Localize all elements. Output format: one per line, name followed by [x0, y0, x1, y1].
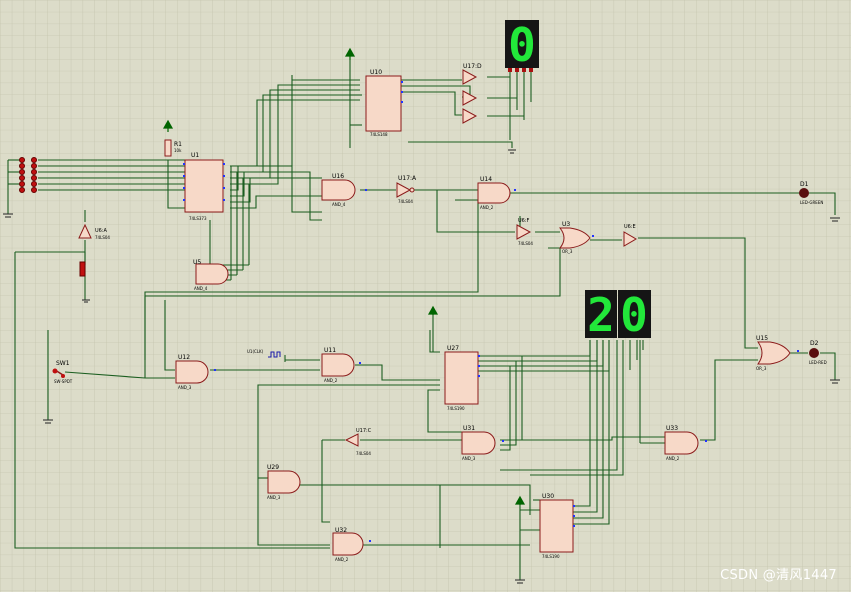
- svg-text:U12: U12: [178, 354, 190, 361]
- chip-u27[interactable]: U27 74LS190: [444, 345, 479, 411]
- svg-text:AND_4: AND_4: [332, 202, 346, 207]
- svg-text:U16: U16: [332, 173, 344, 180]
- display-bottom-tens-digit: 2: [587, 288, 615, 342]
- svg-text:OR_3: OR_3: [756, 366, 767, 371]
- svg-text:10k: 10k: [174, 148, 182, 153]
- schematic-canvas: 0 2 0 U1 74LS373 U10 74LS148 U27 74LS190…: [0, 0, 851, 592]
- svg-text:74LS04: 74LS04: [398, 199, 413, 204]
- svg-text:AND_3: AND_3: [462, 456, 476, 461]
- svg-text:74LS373: 74LS373: [189, 216, 207, 221]
- svg-text:U27: U27: [447, 345, 459, 352]
- inverter-u6a[interactable]: U6:A 74LS04: [78, 223, 110, 240]
- chip-u10[interactable]: U10 74LS148: [365, 69, 402, 137]
- svg-text:U6:E: U6:E: [624, 224, 636, 230]
- svg-text:U1: U1: [191, 152, 199, 159]
- svg-text:74LS190: 74LS190: [542, 554, 560, 559]
- pushbutton[interactable]: [79, 261, 86, 277]
- svg-text:AND_3: AND_3: [267, 495, 281, 500]
- svg-text:U10: U10: [370, 69, 382, 76]
- svg-text:U6:F: U6:F: [518, 218, 530, 224]
- svg-text:U31: U31: [463, 425, 475, 432]
- svg-text:AND_2: AND_2: [335, 557, 349, 562]
- svg-text:U33: U33: [666, 425, 678, 432]
- svg-text:74LS04: 74LS04: [95, 235, 110, 240]
- svg-text:74LS04: 74LS04: [518, 241, 533, 246]
- svg-text:AND_3: AND_3: [178, 385, 192, 390]
- chip-u30[interactable]: U30 74LS190: [539, 493, 574, 559]
- svg-text:U5: U5: [193, 259, 201, 266]
- display-bottom-units-digit: 0: [620, 288, 648, 342]
- svg-text:LED-GREEN: LED-GREEN: [800, 200, 823, 205]
- svg-text:U6:A: U6:A: [95, 228, 108, 234]
- svg-text:U15: U15: [756, 335, 768, 342]
- display-top-digit: 0: [508, 18, 536, 72]
- svg-text:AND_4: AND_4: [194, 286, 208, 291]
- svg-text:U17:C: U17:C: [356, 428, 372, 434]
- svg-text:AND_2: AND_2: [480, 205, 494, 210]
- svg-text:LED-RED: LED-RED: [809, 360, 827, 365]
- svg-text:D2: D2: [810, 340, 819, 347]
- watermark: CSDN @清风1447: [720, 568, 837, 583]
- svg-text:U11: U11: [324, 347, 336, 354]
- svg-text:U3: U3: [562, 221, 570, 228]
- display-top: 0: [505, 18, 539, 72]
- svg-text:U30: U30: [542, 493, 554, 500]
- svg-text:AND_2: AND_2: [324, 378, 338, 383]
- svg-text:U14: U14: [480, 176, 492, 183]
- svg-text:74LS148: 74LS148: [370, 132, 388, 137]
- svg-text:74LS190: 74LS190: [447, 406, 465, 411]
- svg-text:D1: D1: [800, 181, 809, 188]
- svg-text:74LS04: 74LS04: [356, 451, 371, 456]
- svg-text:SW-SPDT: SW-SPDT: [54, 379, 73, 384]
- svg-text:R1: R1: [174, 141, 182, 148]
- svg-text:U1(CLK): U1(CLK): [247, 349, 264, 354]
- chip-u1[interactable]: U1 74LS373: [184, 152, 224, 221]
- svg-text:OR_3: OR_3: [562, 249, 573, 254]
- svg-text:SW1: SW1: [56, 360, 70, 367]
- svg-text:U29: U29: [267, 464, 279, 471]
- svg-text:U17:D: U17:D: [463, 63, 482, 70]
- display-bottom: 2 0: [585, 288, 651, 342]
- svg-text:AND_2: AND_2: [666, 456, 680, 461]
- svg-text:U32: U32: [335, 527, 347, 534]
- svg-text:U17:A: U17:A: [398, 175, 417, 182]
